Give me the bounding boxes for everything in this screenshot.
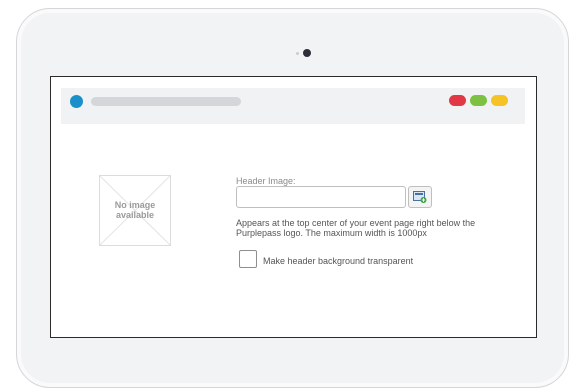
transparent-header-checkbox[interactable] [239,250,257,268]
header-image-input[interactable] [236,186,406,208]
close-window-button[interactable] [449,95,466,106]
header-image-help: Appears at the top center of your event … [236,218,476,238]
favicon-icon [70,95,83,108]
browser-toolbar [61,88,525,124]
header-image-label: Header Image: [236,176,296,186]
maximize-window-button[interactable] [491,95,508,106]
browse-image-button[interactable] [408,186,432,208]
device-screen: No image available Header Image: Appears… [50,76,537,338]
address-bar[interactable] [91,97,241,106]
no-image-label: No image available [114,200,156,220]
transparent-header-label[interactable]: Make header background transparent [263,256,413,266]
header-image-preview: No image available [99,175,171,246]
camera-icon [303,49,311,57]
minimize-window-button[interactable] [470,95,487,106]
sensor-dot [296,52,299,55]
image-browse-icon [413,191,427,203]
